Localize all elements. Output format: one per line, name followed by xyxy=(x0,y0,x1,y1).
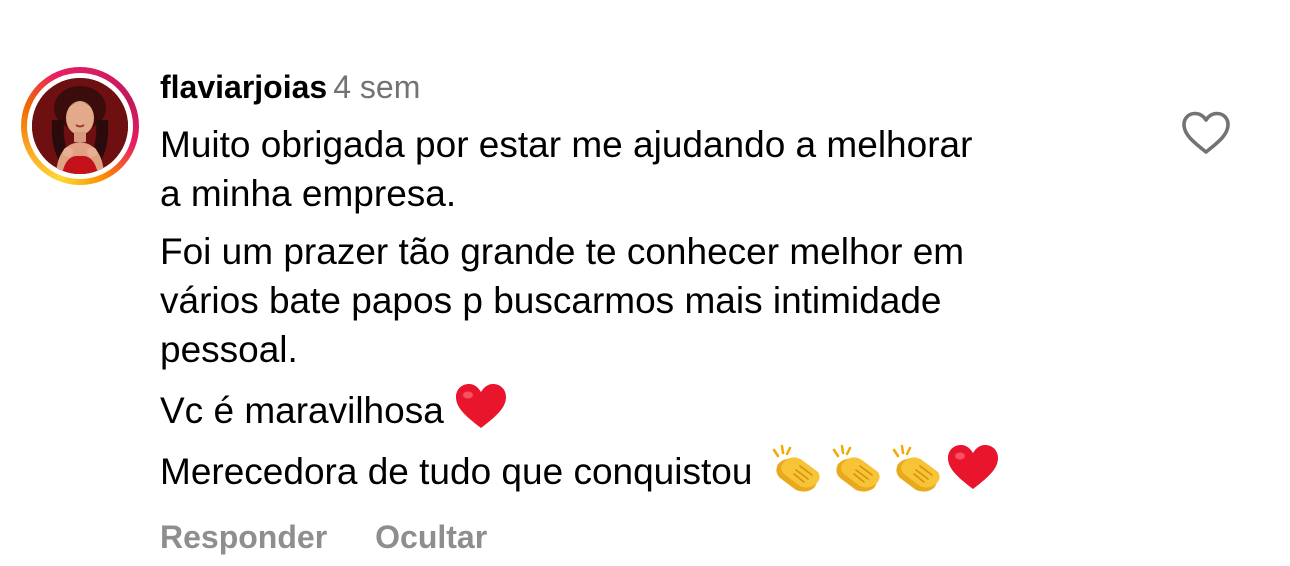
comment-paragraph: Muito obrigada por estar me ajudando a m… xyxy=(160,120,1160,218)
comment-text-line: Foi um prazer tão grande te conhecer mel… xyxy=(160,231,965,272)
comment-timestamp: 4 sem xyxy=(333,69,421,105)
red-heart-icon xyxy=(455,384,506,428)
reply-button[interactable]: Responder xyxy=(160,514,327,560)
comment-actions: Responder Ocultar xyxy=(160,514,487,560)
comment-text: Merecedora de tudo que conquistou xyxy=(160,451,753,492)
comment-text-line: Merecedora de tudo que conquistou xyxy=(160,444,1160,496)
red-heart-icon xyxy=(948,445,999,489)
comment-text-line: Vc é maravilhosa xyxy=(160,383,1160,435)
comment-text-line: pessoal. xyxy=(160,329,298,370)
comment-text-line: a minha empresa. xyxy=(160,173,457,214)
comment-header: flaviarjoias 4 sem xyxy=(160,62,1160,112)
comment-paragraph: Merecedora de tudo que conquistou xyxy=(160,444,1160,496)
clapping-hands-icon xyxy=(893,444,941,492)
avatar-image xyxy=(32,78,128,174)
comment-paragraph: Foi um prazer tão grande te conhecer mel… xyxy=(160,227,1160,374)
comment-text-line: Muito obrigada por estar me ajudando a m… xyxy=(160,124,973,165)
avatar-story-ring[interactable] xyxy=(21,67,139,185)
comment-item: flaviarjoias 4 sem Muito obrigada por est… xyxy=(0,0,1290,566)
comment-content: flaviarjoias 4 sem Muito obrigada por est… xyxy=(160,62,1160,496)
comment-text: Vc é maravilhosa xyxy=(160,390,444,431)
clapping-hands-icon xyxy=(773,444,821,492)
heart-outline-icon[interactable] xyxy=(1180,110,1232,156)
avatar[interactable] xyxy=(32,78,128,174)
hide-button[interactable]: Ocultar xyxy=(375,514,487,560)
username-link[interactable]: flaviarjoias xyxy=(160,69,327,105)
clapping-hands-icon xyxy=(833,444,881,492)
comment-paragraph: Vc é maravilhosa xyxy=(160,383,1160,435)
comment-text-line: vários bate papos p buscarmos mais intim… xyxy=(160,280,942,321)
